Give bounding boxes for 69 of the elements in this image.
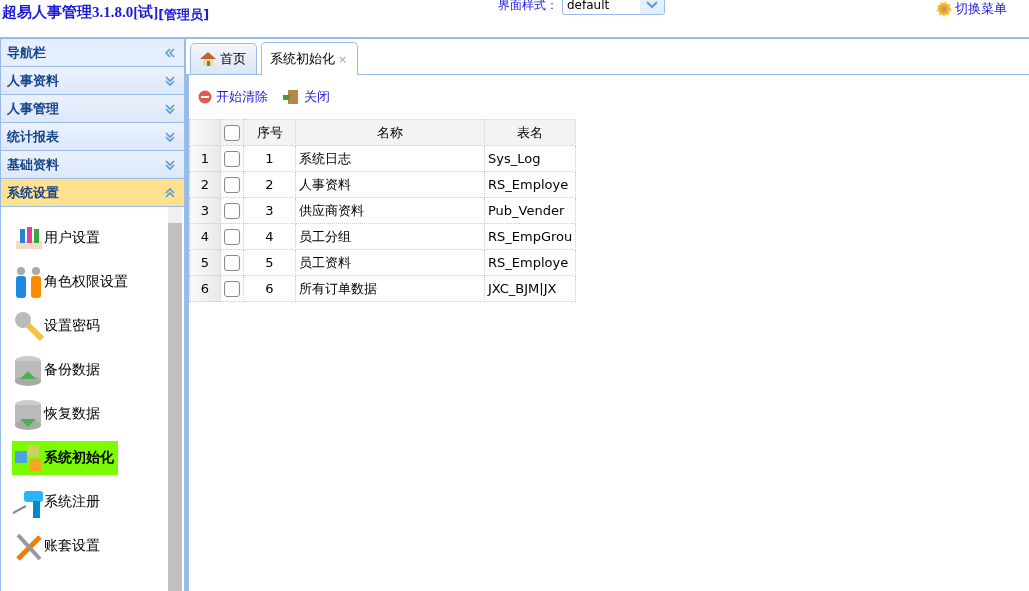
home-icon: [199, 51, 217, 67]
close-button[interactable]: 关闭: [282, 88, 330, 106]
menu-item[interactable]: 角色权限设置: [12, 265, 132, 299]
expand-icon[interactable]: [164, 102, 176, 115]
tab[interactable]: 系统初始化 ×: [261, 42, 359, 75]
row-checkbox[interactable]: [224, 150, 240, 167]
table-cell: RS_Employe: [484, 171, 576, 198]
table-cell: Sys_Log: [484, 145, 576, 172]
row-checkbox[interactable]: [224, 280, 240, 297]
table-cell: RS_Employe: [484, 249, 576, 276]
scrollbar[interactable]: [168, 207, 182, 591]
table-cell: 4: [243, 223, 296, 250]
table-cell: 2: [243, 171, 296, 198]
table-cell: 5: [243, 249, 296, 276]
table-cell: 人事资料: [295, 171, 485, 198]
menu-item[interactable]: 备份数据: [12, 353, 104, 387]
menu-item[interactable]: 设置密码: [12, 309, 104, 343]
app-title: 超易人事管理3.1.8.0[试]: [2, 3, 159, 22]
nav-section[interactable]: 人事资料: [1, 67, 184, 95]
menu-item[interactable]: 系统注册: [12, 485, 104, 519]
row-checkbox[interactable]: [224, 254, 240, 271]
minus-circle-icon: [198, 90, 212, 104]
nav-section[interactable]: 系统设置: [1, 179, 184, 207]
collapse-icon[interactable]: [164, 186, 176, 199]
table-cell: 员工分组: [295, 223, 485, 250]
nav-section[interactable]: 人事管理: [1, 95, 184, 123]
table-cell: JXC_BJM|JX: [484, 275, 576, 302]
menu-item[interactable]: 系统初始化: [12, 441, 118, 475]
table-cell: 6: [243, 275, 296, 302]
table-cell: Pub_Vender: [484, 197, 576, 224]
row-number: 6: [189, 275, 221, 302]
table-cell: 系统日志: [295, 145, 485, 172]
row-checkbox[interactable]: [224, 176, 240, 193]
column-header: 名称: [295, 119, 485, 146]
column-header: 表名: [484, 119, 576, 146]
row-number: 4: [189, 223, 221, 250]
gear-icon[interactable]: [936, 1, 952, 17]
row-number: 2: [189, 171, 221, 198]
column-header: 序号: [243, 119, 296, 146]
switch-menu-link[interactable]: 切换菜单: [955, 0, 1007, 18]
style-select[interactable]: default: [562, 0, 665, 15]
expand-icon[interactable]: [164, 158, 176, 171]
database-upload-icon: [12, 353, 44, 387]
row-checkbox[interactable]: [224, 202, 240, 219]
menu-item[interactable]: 账套设置: [12, 529, 104, 563]
menu-item[interactable]: 用户设置: [12, 221, 104, 255]
nav-section[interactable]: 基础资料: [1, 151, 184, 179]
door-icon: [282, 89, 300, 105]
nav-title: 导航栏: [7, 43, 46, 62]
expand-icon[interactable]: [164, 130, 176, 143]
menu-item[interactable]: 恢复数据: [12, 397, 104, 431]
table-cell: 1: [243, 145, 296, 172]
expand-icon[interactable]: [164, 74, 176, 87]
tab[interactable]: 首页: [190, 43, 257, 74]
user-role: [管理员]: [158, 6, 210, 24]
row-checkbox[interactable]: [224, 228, 240, 245]
row-number: 5: [189, 249, 221, 276]
table-cell: 所有订单数据: [295, 275, 485, 302]
table-cell: RS_EmpGrou: [484, 223, 576, 250]
collapse-left-icon[interactable]: [164, 46, 176, 59]
database-download-icon: [12, 397, 44, 431]
clear-button[interactable]: 开始清除: [198, 88, 268, 106]
table-cell: 3: [243, 197, 296, 224]
row-number: 3: [189, 197, 221, 224]
nav-section[interactable]: 统计报表: [1, 123, 184, 151]
select-all-checkbox[interactable]: [224, 124, 240, 141]
row-number: 1: [189, 145, 221, 172]
table-cell: 员工资料: [295, 249, 485, 276]
table-cell: 供应商资料: [295, 197, 485, 224]
